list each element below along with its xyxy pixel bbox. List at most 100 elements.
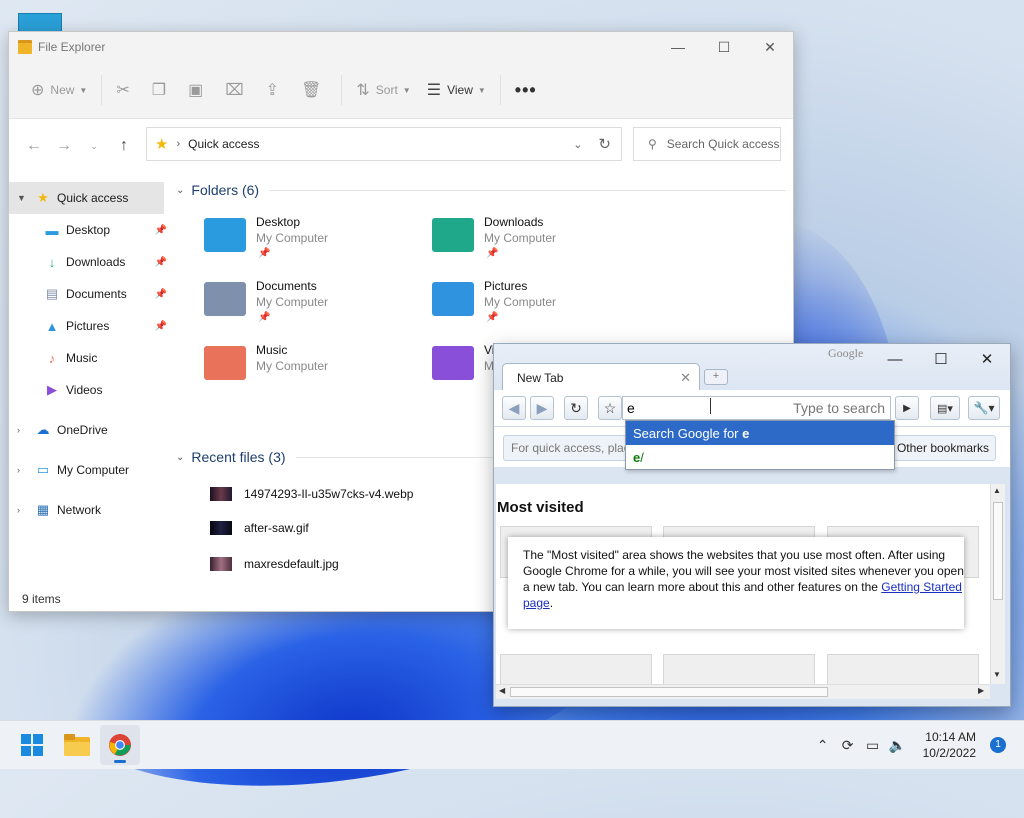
sidebar-item-onedrive[interactable]: › ☁ OneDrive <box>9 414 169 446</box>
refresh-icon[interactable]: ↻ <box>598 135 611 153</box>
folder-icon <box>64 734 90 756</box>
minimize-button[interactable]: — <box>655 32 701 62</box>
page-menu-button[interactable]: ▤▾ <box>930 396 960 420</box>
suggestion-search-google[interactable]: Search Google for e <box>626 421 894 445</box>
most-visited-thumbnail[interactable] <box>663 654 815 688</box>
close-button[interactable]: ✕ <box>747 32 793 62</box>
tab-new-tab[interactable]: New Tab ✕ <box>502 363 700 391</box>
sidebar-item-music[interactable]: ♪ Music <box>9 342 169 374</box>
go-button[interactable]: ▶ <box>895 396 919 420</box>
sidebar-item-network[interactable]: › ▦ Network <box>9 494 169 526</box>
scrollbar-thumb[interactable] <box>510 687 828 697</box>
volume-icon[interactable]: 🔈 <box>887 737 909 754</box>
explorer-titlebar[interactable]: File Explorer — ☐ ✕ <box>9 32 793 62</box>
page-menu-icon: ▤▾ <box>937 402 953 415</box>
rename-button[interactable]: ⌧ <box>217 74 257 106</box>
chevron-right-icon[interactable]: › <box>17 505 29 515</box>
star-icon: ★ <box>155 136 169 153</box>
sort-button[interactable]: ⇅ Sort ▼ <box>348 74 418 106</box>
omnibox-suggestions: Search Google for e e / <box>625 420 895 470</box>
back-arrow-icon[interactable]: ← <box>19 137 49 155</box>
scroll-down-icon[interactable]: ▼ <box>993 670 1001 679</box>
chevron-down-icon[interactable]: ⌄ <box>573 138 582 151</box>
recent-file-row[interactable]: after-saw.gif <box>210 516 309 540</box>
folder-tile-music[interactable]: Music My Computer <box>174 340 394 400</box>
notification-badge[interactable]: 1 <box>990 737 1006 753</box>
scroll-up-icon[interactable]: ▲ <box>993 486 1001 495</box>
folder-tile-pictures[interactable]: Pictures My Computer 📌 <box>402 276 622 336</box>
recent-file-row[interactable]: maxresdefault.jpg <box>210 552 339 576</box>
cut-button[interactable]: ✂ <box>108 74 143 106</box>
search-input[interactable]: ⚲ Search Quick access <box>633 127 781 161</box>
suggestion-term: e <box>742 425 750 441</box>
sidebar-item-pictures[interactable]: ▲ Pictures 📌 <box>9 310 169 342</box>
paste-button[interactable]: ▣ <box>180 74 217 106</box>
chevron-right-icon: › <box>176 138 181 150</box>
vertical-scrollbar[interactable]: ▲ ▼ <box>990 484 1005 684</box>
share-button[interactable]: ⇪ <box>258 74 293 106</box>
folder-tile-downloads[interactable]: Downloads My Computer 📌 <box>402 212 622 272</box>
sidebar-item-videos[interactable]: ▶ Videos <box>9 374 169 406</box>
back-button[interactable]: ◀ <box>502 396 526 420</box>
scroll-left-icon[interactable]: ◀ <box>499 686 505 695</box>
copy-button[interactable]: ❐ <box>144 74 180 106</box>
close-button[interactable]: ✕ <box>964 346 1010 372</box>
recent-locations-chevron-icon[interactable]: ⌄ <box>79 141 109 152</box>
scrollbar-thumb[interactable] <box>993 502 1003 600</box>
other-bookmarks-button[interactable]: Other bookmarks <box>890 435 996 461</box>
share-icon: ⇪ <box>265 82 280 99</box>
image-thumbnail-icon <box>210 487 232 501</box>
new-button[interactable]: ⊕ New ▼ <box>23 74 95 106</box>
image-thumbnail-icon <box>210 521 232 535</box>
omnibox-input[interactable]: e Type to search <box>622 396 891 420</box>
taskbar-chrome[interactable] <box>100 725 140 765</box>
close-icon[interactable]: ✕ <box>680 370 691 386</box>
picture-icon: ▲ <box>45 318 59 334</box>
up-arrow-icon[interactable]: ↑ <box>109 137 139 155</box>
scroll-right-icon[interactable]: ▶ <box>978 686 984 695</box>
maximize-button[interactable]: ☐ <box>701 32 747 62</box>
folder-location: My Computer <box>484 231 557 245</box>
new-tab-button[interactable]: + <box>704 369 728 385</box>
minimize-button[interactable]: — <box>872 346 918 372</box>
folder-tile-desktop[interactable]: Desktop My Computer 📌 <box>174 212 394 272</box>
taskbar-file-explorer[interactable] <box>57 725 97 765</box>
most-visited-thumbnail[interactable] <box>827 654 979 688</box>
more-options-button[interactable]: ••• <box>507 74 545 106</box>
command-bar: ⊕ New ▼ ✂ ❐ ▣ ⌧ ⇪ 🗑 ⇅ Sort ▼ ☰ View ▼ ••… <box>9 62 793 119</box>
video-icon: ▶ <box>47 382 57 397</box>
folders-section-header[interactable]: ⌄ Folders (6) <box>174 180 786 200</box>
forward-arrow-icon[interactable]: → <box>49 137 79 155</box>
address-bar[interactable]: ★ › Quick access ⌄ ↻ <box>146 127 622 161</box>
chevron-up-icon[interactable]: ⌃ <box>812 737 834 754</box>
recent-file-row[interactable]: 14974293-Il-u35w7cks-v4.webp <box>210 482 413 506</box>
wrench-menu-button[interactable]: 🔧▾ <box>968 396 1000 420</box>
sidebar-item-desktop[interactable]: ▬ Desktop 📌 <box>9 214 169 246</box>
sidebar-item-documents[interactable]: ▤ Documents 📌 <box>9 278 169 310</box>
bookmark-star-button[interactable]: ☆ <box>598 396 622 420</box>
network-icon[interactable]: ▭ <box>862 737 884 754</box>
chevron-right-icon[interactable]: › <box>17 425 29 435</box>
forward-button[interactable]: ▶ <box>530 396 554 420</box>
window-controls: — ☐ ✕ <box>872 346 1010 372</box>
sidebar-item-quick-access[interactable]: ▼ ★ Quick access <box>9 182 164 214</box>
forward-arrow-icon: ▶ <box>536 399 548 416</box>
chevron-down-icon[interactable]: ▼ <box>17 193 29 203</box>
chrome-titlebar[interactable]: Google — ☐ ✕ New Tab ✕ + <box>494 344 1010 391</box>
suggestion-url[interactable]: e / <box>626 445 894 469</box>
folder-tile-documents[interactable]: Documents My Computer 📌 <box>174 276 394 336</box>
view-button[interactable]: ☰ View ▼ <box>419 74 494 106</box>
sidebar-item-downloads[interactable]: ↓ Downloads 📌 <box>9 246 169 278</box>
reload-button[interactable]: ↻ <box>564 396 588 420</box>
sidebar-item-my-computer[interactable]: › ▭ My Computer <box>9 454 169 486</box>
delete-button[interactable]: 🗑 <box>293 74 335 106</box>
most-visited-thumbnail[interactable] <box>500 654 652 688</box>
start-button[interactable] <box>12 725 52 765</box>
sync-icon[interactable]: ⟳ <box>837 737 859 754</box>
clock[interactable]: 10:14 AM 10/2/2022 <box>923 729 976 761</box>
chevron-right-icon[interactable]: › <box>17 465 29 475</box>
maximize-button[interactable]: ☐ <box>918 346 964 372</box>
taskbar: ⌃ ⟳ ▭ 🔈 10:14 AM 10/2/2022 1 <box>0 720 1024 769</box>
horizontal-scrollbar[interactable]: ◀ ▶ <box>496 684 990 699</box>
address-path: Quick access <box>188 137 260 151</box>
